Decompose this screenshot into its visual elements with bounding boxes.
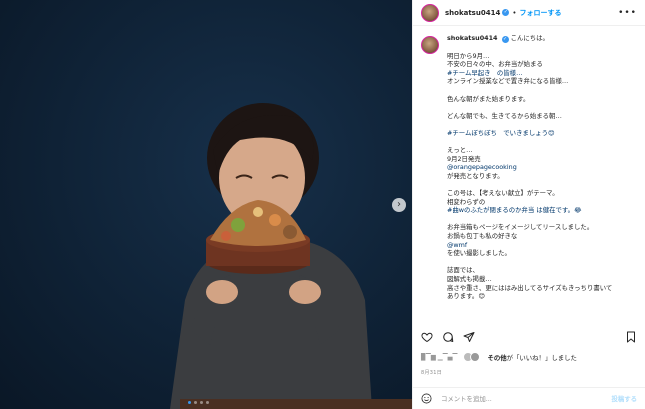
verified-icon: ✓ bbox=[501, 36, 509, 43]
avatar[interactable] bbox=[421, 3, 439, 22]
caption-line: 明日から9月… bbox=[447, 51, 490, 60]
post-image-illustration bbox=[170, 103, 372, 409]
bookmark-icon[interactable] bbox=[625, 331, 637, 343]
caption-line: #曲wのふたが閉まるのか弁当 は健在です。😂 bbox=[447, 206, 582, 215]
carousel-indicator bbox=[188, 401, 209, 404]
caption-line: お弁当箱もページをイメージしてリースしました。 bbox=[447, 223, 594, 232]
share-icon[interactable] bbox=[463, 331, 475, 343]
caption-line: 不安の日々の中、お弁当が始まる bbox=[447, 60, 543, 69]
caption-line: 高さや重さ、更にははみ出してるサイズもきっちり書いて bbox=[447, 283, 613, 292]
carousel-dot bbox=[188, 401, 191, 404]
likes-summary: ▉▔▆ ▁▔▄▔ その他 が「いいね！」しました bbox=[421, 352, 577, 362]
caption-first-line: shokatsu0414 ✓ こんにちは。 bbox=[447, 34, 612, 43]
caption-line: あります。😊 bbox=[447, 292, 485, 301]
caption-line: この号は、【考えない献立】がテーマ。 bbox=[447, 189, 559, 198]
caption-line: どんな朝でも、生きてるから始まる朝… bbox=[447, 111, 562, 120]
comment-input[interactable] bbox=[441, 394, 612, 403]
carousel-dot bbox=[194, 401, 197, 404]
likes-text: が「いいね！」しました bbox=[506, 353, 577, 362]
post-sidebar: shokatsu0414 ✓ • フォローする ••• shokatsu0414… bbox=[412, 0, 645, 409]
caption-line: #チームぼちぼち でいきましょう😊 bbox=[447, 128, 555, 137]
caption-line: を使い撮影しました。 bbox=[447, 249, 511, 258]
caption-username[interactable]: shokatsu0414 bbox=[447, 34, 498, 42]
table-edge bbox=[180, 399, 412, 409]
comment-bar: 投稿する bbox=[413, 387, 645, 409]
liker-name[interactable]: ▉▔▆ ▁▔▄▔ bbox=[421, 353, 457, 361]
post-date[interactable]: 8月31日 bbox=[421, 369, 442, 376]
caption-line: オンライン授業などで置き弁になる皆様… bbox=[447, 77, 569, 86]
caption-avatar[interactable] bbox=[421, 36, 439, 54]
post-header: shokatsu0414 ✓ • フォローする ••• bbox=[413, 0, 645, 26]
caption-line: が発売となります。 bbox=[447, 171, 504, 180]
caption-line: えっと… bbox=[447, 146, 473, 155]
caption-line: お鍋も包丁も私の好きな bbox=[447, 232, 518, 241]
verified-icon: ✓ bbox=[502, 9, 510, 16]
caption: shokatsu0414 ✓ こんにちは。 明日から9月… 不安の日々の中、お弁当… bbox=[447, 34, 612, 322]
caption-line: @wmf bbox=[447, 240, 468, 249]
carousel-dot bbox=[200, 401, 203, 404]
caption-line: 9月2日発売 bbox=[447, 154, 481, 163]
avatar bbox=[470, 352, 481, 362]
post-comment-button[interactable]: 投稿する bbox=[611, 394, 637, 403]
follow-button[interactable]: フォローする bbox=[519, 8, 561, 18]
next-photo-button[interactable]: › bbox=[392, 198, 406, 212]
likes-other-link[interactable]: その他 bbox=[487, 353, 506, 362]
caption-area: shokatsu0414 ✓ こんにちは。 明日から9月… 不安の日々の中、お弁当… bbox=[421, 34, 639, 322]
heart-icon[interactable] bbox=[421, 331, 433, 343]
emoji-icon[interactable] bbox=[421, 393, 432, 404]
caption-line: @orangepagecooking bbox=[447, 163, 517, 172]
username-link[interactable]: shokatsu0414 bbox=[445, 9, 500, 17]
caption-greeting: こんにちは。 bbox=[510, 34, 549, 42]
more-options-icon[interactable]: ••• bbox=[618, 8, 637, 18]
post-actions bbox=[421, 330, 637, 344]
caption-line: 図解式も掲載… bbox=[447, 275, 492, 284]
caption-line: 色んな朝がまた始まります。 bbox=[447, 94, 530, 103]
separator: • bbox=[512, 8, 517, 17]
carousel-dot bbox=[206, 401, 209, 404]
liker-avatars[interactable] bbox=[463, 352, 481, 362]
caption-line: 相変わらずの bbox=[447, 197, 486, 206]
caption-line: 誌面では、 bbox=[447, 266, 479, 275]
comment-icon[interactable] bbox=[442, 331, 454, 343]
post-photo[interactable]: › bbox=[0, 0, 412, 409]
